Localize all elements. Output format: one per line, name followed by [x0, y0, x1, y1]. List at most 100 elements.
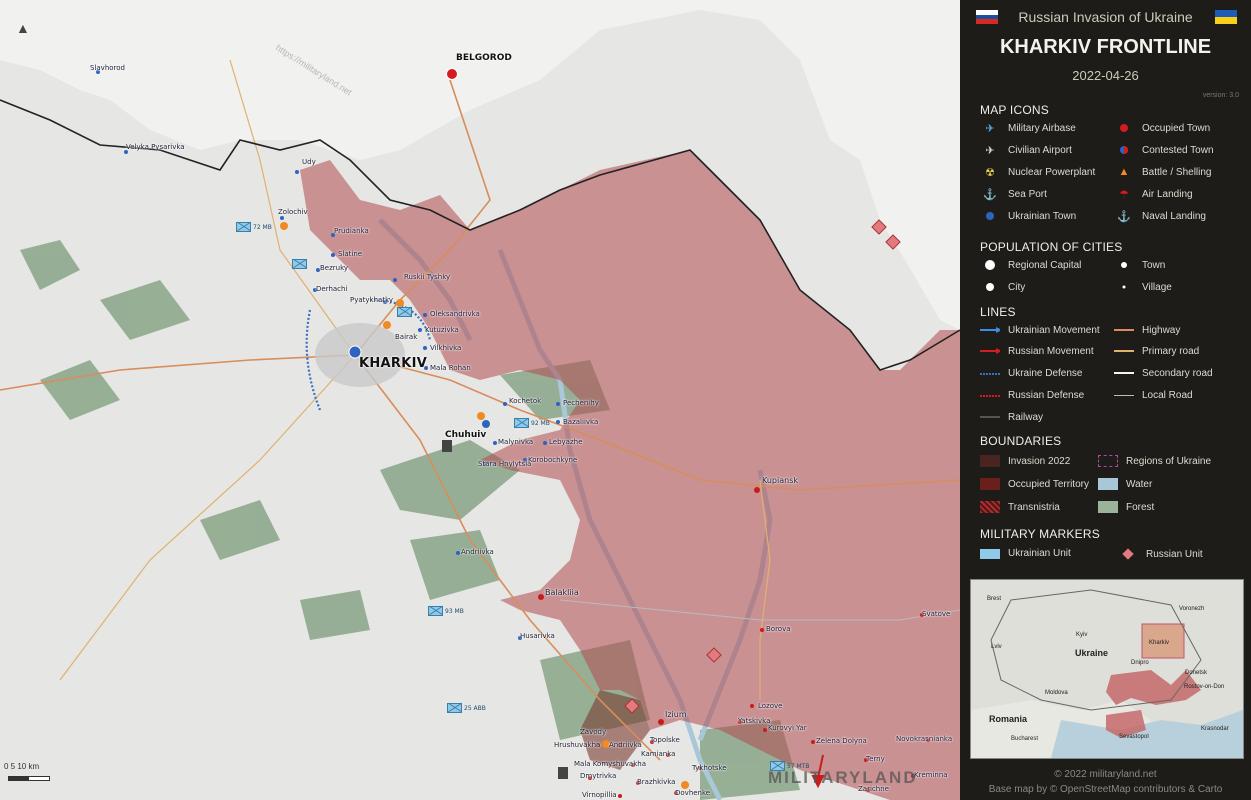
highway-line-icon — [1114, 324, 1134, 336]
place-label: Bazaliivka — [563, 418, 599, 426]
place-label: Borova — [766, 625, 791, 633]
inset-label: Sevastopol — [1119, 734, 1149, 740]
inset-label: Ukraine — [1075, 648, 1109, 658]
unit-icon — [397, 307, 412, 317]
fire-icon: ▲ — [1118, 166, 1130, 178]
invasion-swatch — [980, 455, 1000, 467]
legend-item: Contested Town — [1114, 144, 1214, 156]
place-label: Prudianka — [334, 227, 369, 235]
city-label-kharkiv: KHARKIV — [359, 356, 428, 371]
place-label: Kreminna — [914, 771, 948, 779]
map-canvas — [0, 0, 960, 800]
kupiansk-marker[interactable] — [754, 487, 760, 493]
inset-label: Dnipro — [1131, 660, 1149, 666]
place-label: Malynivka — [498, 438, 534, 446]
legend-item: Primary road — [1114, 345, 1199, 357]
belgorod-marker[interactable] — [446, 68, 458, 80]
ukrainian-unit-72mb[interactable]: 72 MB — [236, 222, 272, 232]
regional-capital-icon — [980, 259, 1000, 271]
place-label: Dmytrivka — [580, 772, 617, 780]
village-icon — [1114, 281, 1134, 293]
legend-item: Railway — [980, 411, 1043, 423]
inset-label: Moldova — [1045, 690, 1068, 696]
place-label: Kochetok — [509, 397, 542, 405]
place-label: Terny — [866, 755, 885, 763]
balakliia-marker[interactable] — [538, 594, 544, 600]
ukrainian-unit-marker[interactable] — [397, 307, 412, 317]
occupied-town-icon — [1114, 122, 1134, 134]
section-map-icons: MAP ICONS — [980, 103, 1049, 117]
map-date: 2022-04-26 — [1072, 68, 1139, 83]
city-icon — [980, 281, 1000, 293]
izium-marker[interactable] — [658, 719, 664, 725]
legend-item: ✈ Military Airbase — [980, 122, 1075, 135]
inset-label: Rostov-on-Don — [1184, 684, 1225, 690]
legend-item: City — [980, 281, 1025, 293]
legend-item: ▲ Battle / Shelling — [1114, 166, 1212, 178]
russian-movement-line-icon — [980, 345, 1000, 357]
panel-subtitle: Russian Invasion of Ukraine — [1018, 9, 1193, 25]
chuhuiv-marker[interactable] — [482, 420, 490, 428]
legend-item: ☢ Nuclear Powerplant — [980, 166, 1095, 179]
place-label: Yatskivka — [738, 717, 771, 725]
ukraine-defense-line-icon — [980, 367, 1000, 379]
basemap-credit: Base map by © OpenStreetMap contributors… — [988, 784, 1223, 795]
ukrainian-unit-93mb[interactable]: 93 MB — [428, 606, 464, 616]
legend-item: Russian Movement — [980, 345, 1094, 357]
naval-landing-icon: ⚓ — [1117, 210, 1131, 223]
map-area[interactable]: ▲ https://militaryland.net KHARKIV BELGO… — [0, 0, 960, 800]
forest-swatch — [1098, 501, 1118, 513]
place-label: Hrushuvakha — [554, 741, 601, 749]
anchor-icon: ⚓ — [983, 188, 997, 201]
place-label: Andriivka — [609, 741, 642, 749]
regions-swatch — [1098, 455, 1118, 467]
place-label: Vilkhivka — [430, 344, 462, 352]
inset-label: Brest — [987, 596, 1002, 602]
place-label: Tykhotske — [692, 764, 727, 772]
place-label: Oleksandrivka — [430, 310, 480, 318]
page-title: KHARKIV FRONTLINE — [999, 36, 1212, 58]
north-arrow-icon: ▲ — [16, 20, 30, 36]
airbase-icon: ✈ — [985, 122, 995, 135]
contested-town-icon — [1114, 144, 1134, 156]
inset-label: Kharkiv — [1149, 640, 1170, 646]
place-label: Lozove — [758, 702, 783, 710]
militaryland-logo: MILITARYLAND — [768, 768, 918, 787]
place-label: Kurovyi Yar — [768, 724, 807, 732]
place-label: Bezruky — [320, 264, 349, 272]
russian-defense-line-icon — [980, 389, 1000, 401]
occupied-swatch — [980, 478, 1000, 490]
city-label-belgorod: BELGOROD — [456, 53, 512, 63]
inset-label: Krasnodar — [1201, 726, 1229, 732]
place-label: Pechenihy — [563, 399, 599, 407]
place-label: Lebyazhe — [549, 438, 583, 446]
place-label: Pyatykhatky — [350, 296, 394, 304]
ukrainian-unit-92mb[interactable]: 92 MB — [514, 418, 550, 428]
legend-item: Ukrainian Movement — [980, 324, 1100, 336]
ukraine-flag-icon — [1215, 10, 1237, 24]
place-label: Zelena Dolyna — [816, 737, 867, 745]
place-label: Novokrasnianka — [896, 735, 953, 743]
place-label: Velyka Pysarivka — [126, 143, 185, 151]
scale-bar: 0 5 10 km — [4, 762, 50, 781]
water-swatch — [1098, 478, 1118, 490]
inset-label: Bucharest — [1011, 736, 1039, 742]
russian-unit-icon — [1118, 548, 1138, 560]
place-label: Husarivka — [520, 632, 555, 640]
secondary-road-line-icon — [1114, 367, 1134, 379]
ukrainian-unit-marker[interactable] — [292, 259, 307, 269]
ukrainian-town-icon — [980, 210, 1000, 222]
place-label: Korobochkyne — [528, 456, 578, 464]
town-icon — [1114, 259, 1134, 271]
legend-item: Forest — [1098, 501, 1154, 513]
place-label: Zolochiv — [278, 208, 308, 216]
inset-map[interactable]: Brest Voronezh Kyiv Ukraine Kharkiv Lviv… — [970, 579, 1244, 759]
ukrainian-movement-line-icon — [980, 324, 1000, 336]
ukrainian-unit-25abb[interactable]: 25 ABB — [447, 703, 486, 713]
place-label: Kamianka — [641, 750, 676, 758]
legend-item: Water — [1098, 478, 1152, 490]
unit-icon — [447, 703, 462, 713]
section-lines: LINES — [980, 305, 1016, 319]
section-boundaries: BOUNDARIES — [980, 434, 1062, 448]
city-label-chuhuiv: Chuhuiv — [445, 430, 487, 440]
